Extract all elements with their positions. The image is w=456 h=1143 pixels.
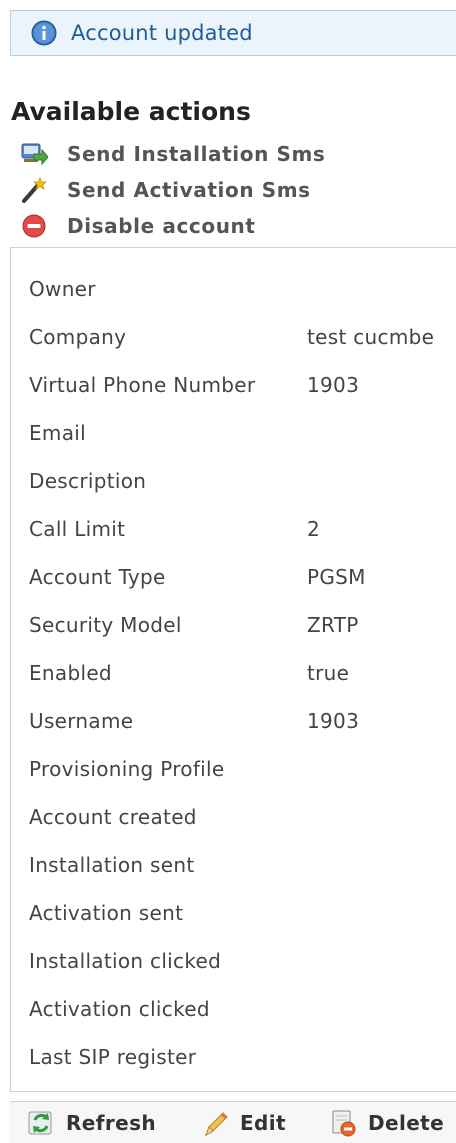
detail-row-installation-clicked: Installation clicked [29,946,307,976]
detail-key: Installation sent [29,853,195,877]
detail-value: ZRTP [307,613,359,637]
detail-row-enabled: Enabled true [29,658,349,688]
detail-row-description: Description [29,466,307,496]
detail-key: Username [29,709,134,733]
pencil-icon [198,1106,232,1140]
delete-button[interactable]: Delete [326,1106,444,1140]
detail-key: Virtual Phone Number [29,373,256,397]
detail-value: 1903 [307,373,360,397]
detail-key: Email [29,421,86,445]
detail-row-virtual-phone-number: Virtual Phone Number 1903 [29,370,359,400]
detail-value: PGSM [307,565,366,589]
detail-value: 2 [307,517,321,541]
detail-row-installation-sent: Installation sent [29,850,307,880]
notice-text: Account updated [71,21,253,45]
detail-value: test cucmbe [307,325,435,349]
actions-title: Available actions [11,97,251,126]
detail-key: Call Limit [29,517,126,541]
disable-account-label: Disable account [67,214,256,238]
send-installation-sms-label: Send Installation Sms [67,142,326,166]
detail-row-security-model: Security Model ZRTP [29,610,359,640]
detail-key: Last SIP register [29,1045,197,1069]
detail-row-last-sip-register: Last SIP register [29,1042,307,1072]
delete-icon [326,1106,360,1140]
detail-key: Owner [29,277,96,301]
detail-key: Account created [29,805,197,829]
refresh-button[interactable]: Refresh [24,1106,156,1140]
detail-key: Account Type [29,565,166,589]
status-notice: Account updated [10,10,456,56]
edit-label: Edit [240,1111,286,1135]
magic-wand-icon [19,175,49,205]
send-installation-sms-action[interactable]: Send Installation Sms [19,139,325,169]
detail-key: Enabled [29,661,112,685]
detail-key: Provisioning Profile [29,757,225,781]
detail-row-activation-sent: Activation sent [29,898,307,928]
refresh-icon [24,1106,58,1140]
detail-key: Installation clicked [29,949,222,973]
detail-value: true [307,661,350,685]
detail-key: Activation sent [29,901,184,925]
detail-row-activation-clicked: Activation clicked [29,994,307,1024]
detail-key: Description [29,469,147,493]
detail-row-email: Email [29,418,307,448]
bottom-toolbar: Refresh Edit Delete [10,1101,456,1143]
detail-row-owner: Owner [29,274,307,304]
edit-button[interactable]: Edit [198,1106,286,1140]
sms-install-icon [19,139,49,169]
detail-row-call-limit: Call Limit 2 [29,514,320,544]
account-details-panel: Owner Company test cucmbe Virtual Phone … [10,247,456,1092]
detail-row-account-created: Account created [29,802,307,832]
disable-icon [19,211,49,241]
send-activation-sms-action[interactable]: Send Activation Sms [19,175,311,205]
delete-label: Delete [368,1111,445,1135]
detail-key: Security Model [29,613,182,637]
detail-row-company: Company test cucmbe [29,322,434,352]
send-activation-sms-label: Send Activation Sms [67,178,311,202]
info-icon [31,20,57,46]
detail-row-provisioning-profile: Provisioning Profile [29,754,307,784]
detail-row-username: Username 1903 [29,706,359,736]
detail-key: Activation clicked [29,997,210,1021]
disable-account-action[interactable]: Disable account [19,211,256,241]
detail-key: Company [29,325,127,349]
detail-row-account-type: Account Type PGSM [29,562,366,592]
detail-value: 1903 [307,709,360,733]
refresh-label: Refresh [66,1111,157,1135]
